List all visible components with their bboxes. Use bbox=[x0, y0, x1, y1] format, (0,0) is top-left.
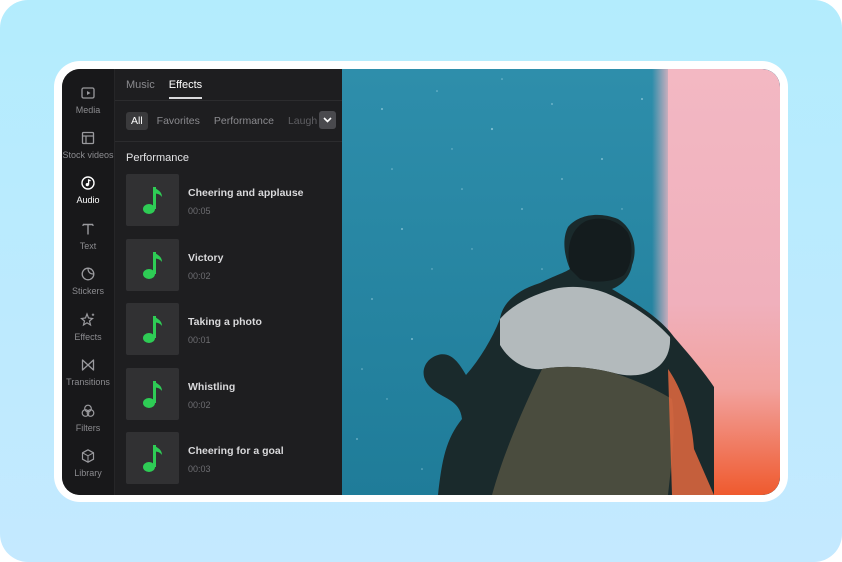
chevron-down-icon bbox=[323, 117, 332, 123]
filter-favorites[interactable]: Favorites bbox=[152, 112, 205, 130]
editor-window: Media Stock videos Audio Text Stickers E… bbox=[62, 69, 780, 495]
sidebar-item-stock-videos[interactable]: Stock videos bbox=[62, 128, 114, 168]
sound-list: Cheering and applause 00:05 Victory 00:0… bbox=[126, 174, 336, 495]
sidebar-item-label: Effects bbox=[74, 332, 102, 342]
sound-thumbnail bbox=[126, 174, 179, 226]
sound-name: Victory bbox=[188, 251, 224, 264]
effects-icon bbox=[80, 312, 95, 327]
preview-image bbox=[342, 69, 780, 495]
sidebar-item-label: Text bbox=[79, 241, 97, 251]
music-note-icon bbox=[142, 187, 162, 214]
sound-thumbnail bbox=[126, 367, 179, 420]
sound-name: Whistling bbox=[188, 380, 236, 393]
sound-duration: 00:02 bbox=[188, 270, 211, 281]
transitions-icon bbox=[81, 359, 95, 371]
filter-dropdown-button[interactable] bbox=[319, 111, 336, 129]
sound-name: Cheering and applause bbox=[188, 187, 304, 199]
section-title: Performance bbox=[126, 152, 189, 164]
sound-duration: 00:05 bbox=[188, 206, 211, 216]
audio-panel: Music Effects All Favorites Performance … bbox=[115, 69, 342, 495]
sound-name: Taking a photo bbox=[188, 316, 262, 328]
sidebar-item-label: Library bbox=[74, 468, 102, 478]
left-rail: Media Stock videos Audio Text Stickers E… bbox=[62, 69, 115, 495]
sidebar-item-effects[interactable]: Effects bbox=[62, 310, 114, 350]
music-note-icon bbox=[142, 445, 162, 472]
sound-thumbnail bbox=[126, 432, 179, 484]
sound-duration: 00:03 bbox=[188, 464, 211, 474]
media-icon bbox=[81, 87, 95, 99]
list-item[interactable]: Victory 00:02 bbox=[126, 238, 336, 291]
tab-bar: Music Effects bbox=[126, 79, 203, 101]
divider bbox=[115, 100, 342, 101]
music-note-icon bbox=[142, 251, 162, 279]
sound-duration: 00:01 bbox=[188, 335, 211, 345]
list-item[interactable]: Whistling 00:02 bbox=[126, 367, 336, 420]
stock-videos-icon bbox=[81, 131, 95, 145]
filter-laugh[interactable]: Laugh bbox=[283, 112, 322, 130]
sidebar-item-text[interactable]: Text bbox=[62, 219, 114, 259]
video-preview[interactable] bbox=[342, 69, 780, 495]
tab-music[interactable]: Music bbox=[126, 79, 155, 99]
sound-thumbnail bbox=[126, 238, 179, 291]
sidebar-item-label: Stickers bbox=[71, 286, 104, 296]
list-item[interactable]: Cheering and applause 00:05 bbox=[126, 174, 336, 226]
sidebar-item-transitions[interactable]: Transitions bbox=[62, 355, 114, 395]
sidebar-item-label: Transitions bbox=[66, 377, 110, 387]
sidebar-item-label: Media bbox=[75, 105, 101, 115]
list-item[interactable]: Taking a photo 00:01 bbox=[126, 303, 336, 355]
music-note-icon bbox=[142, 316, 162, 343]
sound-thumbnail bbox=[126, 303, 179, 355]
sidebar-item-audio[interactable]: Audio bbox=[62, 173, 114, 213]
sidebar-item-library[interactable]: Library bbox=[62, 446, 114, 486]
library-icon bbox=[81, 449, 95, 463]
sound-name: Cheering for a goal bbox=[188, 445, 284, 457]
divider bbox=[115, 141, 342, 142]
sidebar-item-label: Stock videos bbox=[62, 150, 114, 160]
list-item[interactable]: Cheering for a goal 00:03 bbox=[126, 432, 336, 484]
sidebar-item-stickers[interactable]: Stickers bbox=[62, 264, 114, 304]
tab-effects[interactable]: Effects bbox=[168, 79, 203, 99]
sidebar-item-label: Audio bbox=[76, 195, 100, 205]
sound-duration: 00:02 bbox=[188, 399, 211, 410]
sidebar-item-label: Filters bbox=[75, 423, 101, 433]
filter-chips: All Favorites Performance Laugh bbox=[126, 111, 336, 131]
audio-icon bbox=[81, 176, 95, 190]
stickers-icon bbox=[81, 267, 95, 281]
sidebar-item-media[interactable]: Media bbox=[62, 83, 114, 123]
filter-performance[interactable]: Performance bbox=[209, 112, 279, 130]
music-note-icon bbox=[142, 380, 162, 408]
filter-all[interactable]: All bbox=[126, 112, 148, 130]
filters-icon bbox=[81, 404, 95, 417]
text-icon bbox=[82, 223, 94, 235]
sidebar-item-filters[interactable]: Filters bbox=[62, 401, 114, 441]
